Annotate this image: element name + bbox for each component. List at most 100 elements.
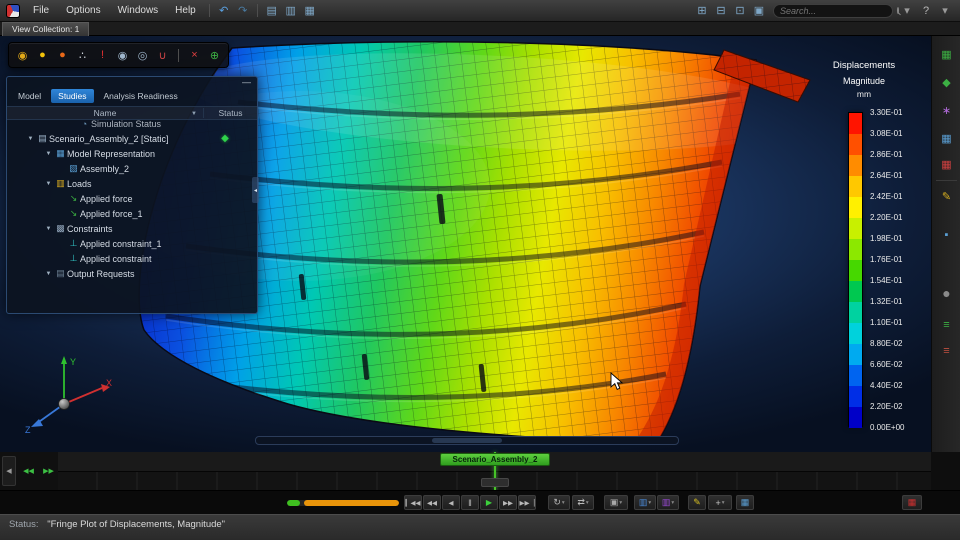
edit-plot-button[interactable]: ✎ bbox=[688, 495, 706, 510]
results-icon[interactable]: ◆ bbox=[938, 74, 955, 91]
snap-magnet-icon[interactable]: ∪ bbox=[154, 46, 171, 64]
tree-rows: ◔ Simulation Status ▼ ▤ Scenario_Assembl… bbox=[7, 120, 257, 290]
tree-row-applied-constraint[interactable]: ⊥ Applied constraint bbox=[7, 251, 257, 266]
bounce-mode-button[interactable]: ⇄ ▾ bbox=[572, 495, 594, 510]
legend-unit: mm bbox=[798, 89, 930, 99]
skip-start-button[interactable]: ▎◀◀ bbox=[404, 495, 422, 510]
table-view-button[interactable]: ▦ bbox=[736, 495, 754, 510]
section-cut-icon[interactable]: × bbox=[186, 46, 203, 64]
legend-subtitle: Magnitude bbox=[798, 76, 930, 86]
skip-end-button[interactable]: ▶▶▕ bbox=[518, 495, 536, 510]
add-plot-button[interactable]: + ▾ bbox=[708, 495, 732, 510]
expander-icon[interactable]: ▼ bbox=[43, 181, 54, 187]
copy-view-icon[interactable]: ▤ bbox=[263, 3, 281, 19]
orbit-sphere-icon[interactable]: ● bbox=[938, 284, 955, 301]
minimize-icon[interactable]: — bbox=[242, 77, 251, 87]
tree-row-applied-force-1[interactable]: ↘ Applied force_1 bbox=[7, 206, 257, 221]
fast-rewind-button[interactable]: ◀◀ bbox=[423, 495, 441, 510]
tree-row-output-requests[interactable]: ▼ ▤ Output Requests bbox=[7, 266, 257, 281]
layers-green-icon[interactable]: ≡ bbox=[938, 316, 955, 333]
fringe-style-button[interactable]: ▥ ▾ bbox=[634, 495, 656, 510]
force-arrow-icon: ↘ bbox=[67, 193, 80, 204]
monitor-icon[interactable]: ▣ bbox=[750, 3, 768, 19]
menu-options[interactable]: Options bbox=[58, 2, 108, 19]
help-icon[interactable]: ? bbox=[917, 3, 935, 19]
search-scope-icon[interactable]: ▾ bbox=[898, 3, 916, 19]
pause-button[interactable]: ‖ bbox=[461, 495, 479, 510]
mesh-table-icon[interactable]: ▦ bbox=[938, 46, 955, 63]
column-status[interactable]: Status bbox=[203, 108, 257, 118]
selection-eye-icon[interactable]: ◎ bbox=[134, 46, 151, 64]
data-table-icon[interactable]: ▦ bbox=[938, 130, 955, 147]
undo-icon[interactable]: ↶ bbox=[215, 3, 233, 19]
tree-row[interactable]: ◔ Simulation Status bbox=[7, 120, 257, 131]
tree-row-model-representation[interactable]: ▼ ▦ Model Representation bbox=[7, 146, 257, 161]
tree-row-assembly[interactable]: ▧ Assembly_2 bbox=[7, 161, 257, 176]
save-view-icon[interactable]: ▥ bbox=[282, 3, 300, 19]
expander-icon[interactable]: ▼ bbox=[43, 151, 54, 157]
layout-icon[interactable]: ▦ bbox=[301, 3, 319, 19]
mesh-display-icon[interactable]: ⊕ bbox=[206, 46, 223, 64]
filter-icon[interactable]: ▼ bbox=[191, 111, 197, 117]
search-icon[interactable] bbox=[897, 7, 899, 14]
panel-tabs: Model Studies Analysis Readiness bbox=[7, 88, 257, 104]
annotate-icon[interactable]: ✎ bbox=[938, 188, 955, 205]
tree-row-applied-force[interactable]: ↘ Applied force bbox=[7, 191, 257, 206]
toolbar-separator bbox=[178, 49, 179, 62]
expander-icon[interactable]: ▼ bbox=[43, 226, 54, 232]
menu-windows[interactable]: Windows bbox=[110, 2, 167, 19]
alert-icon[interactable]: ! bbox=[94, 46, 111, 64]
window-split-icon[interactable]: ⊟ bbox=[712, 3, 730, 19]
capture-button[interactable]: ▣ ▾ bbox=[604, 495, 628, 510]
scenario-badge[interactable]: Scenario_Assembly_2 bbox=[440, 453, 550, 466]
viewport-3d[interactable]: Y X Z ◉ ● ● ∴ ! ◉ ◎ ∪ × ⊕ — bbox=[0, 36, 931, 452]
fast-forward-button[interactable]: ▶▶ bbox=[499, 495, 517, 510]
shaded-sphere-icon[interactable]: ● bbox=[34, 46, 51, 64]
tab-analysis-readiness[interactable]: Analysis Readiness bbox=[97, 89, 185, 103]
expander-icon[interactable]: ▼ bbox=[25, 136, 36, 142]
speed-slider[interactable] bbox=[287, 500, 399, 506]
jump-start-icon[interactable]: ◀◀ bbox=[20, 465, 37, 477]
search-input[interactable] bbox=[780, 6, 897, 16]
note-icon[interactable]: ▪ bbox=[938, 226, 955, 243]
tree-row-scenario[interactable]: ▼ ▤ Scenario_Assembly_2 [Static] ◆ bbox=[7, 131, 257, 146]
redo-icon[interactable]: ↷ bbox=[234, 3, 252, 19]
menu-file[interactable]: File bbox=[25, 2, 57, 19]
search-box[interactable] bbox=[773, 4, 893, 18]
tree-row-constraints[interactable]: ▼ ▩ Constraints bbox=[7, 221, 257, 236]
step-back-button[interactable]: ◀ bbox=[442, 495, 460, 510]
visibility-icon[interactable]: ◉ bbox=[114, 46, 131, 64]
display-style-icon[interactable]: ◉ bbox=[14, 46, 31, 64]
spectrum-button[interactable]: ▥ ▾ bbox=[657, 495, 679, 510]
layers-red-icon[interactable]: ≡ bbox=[938, 342, 955, 359]
menu-help[interactable]: Help bbox=[167, 2, 204, 19]
pin-icon[interactable]: ▾ bbox=[936, 3, 954, 19]
timeline-grip[interactable] bbox=[481, 478, 509, 487]
constraints-icon: ▩ bbox=[54, 223, 67, 234]
timeline-collapse-icon[interactable]: ◀ bbox=[2, 456, 16, 486]
panel-collapse-handle[interactable]: ◂ bbox=[252, 177, 259, 203]
window-tile-icon[interactable]: ⊞ bbox=[693, 3, 711, 19]
jump-end-icon[interactable]: ▶▶ bbox=[40, 465, 57, 477]
loop-mode-button[interactable]: ↻ ▾ bbox=[548, 495, 570, 510]
materials-icon[interactable]: ∗ bbox=[938, 102, 955, 119]
menu-bar: File Options Windows Help ↶ ↷ ▤ ▥ ▦ ⊞ ⊟ … bbox=[0, 0, 960, 22]
legend-value: 0.00E+00 bbox=[870, 423, 926, 432]
play-button[interactable]: ▶ bbox=[480, 495, 498, 510]
report-icon[interactable]: ▦ bbox=[938, 156, 955, 173]
window-cascade-icon[interactable]: ⊡ bbox=[731, 3, 749, 19]
material-sphere-icon[interactable]: ● bbox=[54, 46, 71, 64]
tab-model[interactable]: Model bbox=[11, 89, 48, 103]
transport-bar: ▎◀◀ ◀◀ ◀ ‖ ▶ ▶▶ ▶▶▕ ↻ ▾ ⇄ ▾ ▣ ▾ ▥ ▾ ▥ ▾ … bbox=[0, 490, 960, 514]
column-name[interactable]: Name ▼ bbox=[7, 108, 203, 118]
loads-icon: ▥ bbox=[54, 178, 67, 189]
tree-row-applied-constraint-1[interactable]: ⊥ Applied constraint_1 bbox=[7, 236, 257, 251]
expander-icon[interactable]: ▼ bbox=[43, 271, 54, 277]
record-export-button[interactable]: ▦ bbox=[902, 495, 922, 510]
tab-studies[interactable]: Studies bbox=[51, 89, 93, 103]
viewport-scrollbar[interactable] bbox=[255, 436, 679, 445]
entity-dots-icon[interactable]: ∴ bbox=[74, 46, 91, 64]
tree-row-loads[interactable]: ▼ ▥ Loads bbox=[7, 176, 257, 191]
view-collection-tab[interactable]: View Collection: 1 bbox=[2, 22, 89, 36]
scrollbar-handle[interactable] bbox=[432, 438, 502, 443]
